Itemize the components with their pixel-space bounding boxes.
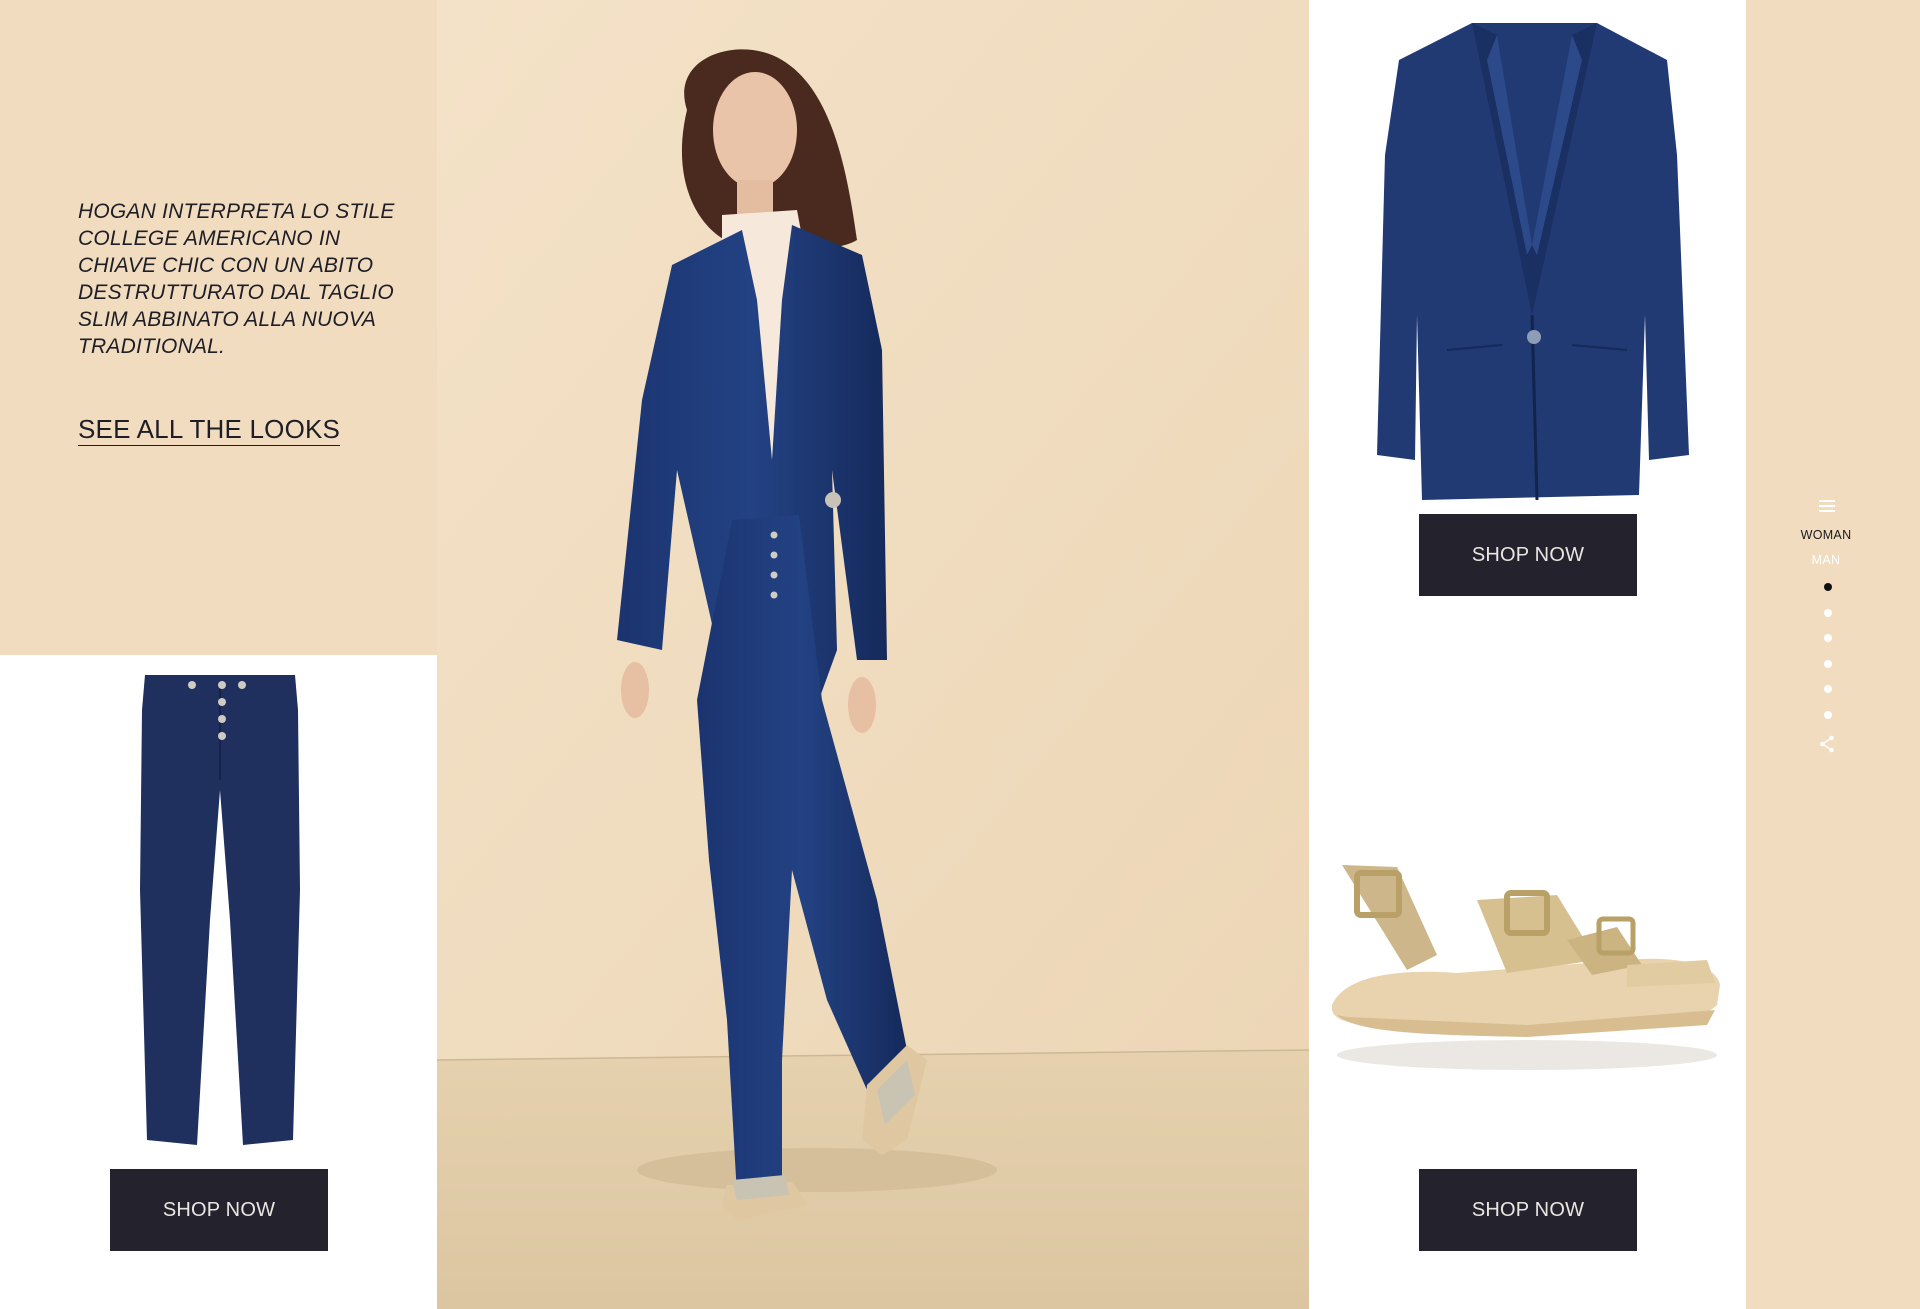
- blazer-image: [1377, 23, 1689, 501]
- intro-text: HOGAN INTERPRETA LO STILE COLLEGE AMERIC…: [78, 200, 395, 358]
- shop-now-button-blazer[interactable]: SHOP NOW: [1419, 514, 1637, 596]
- hero-model-photo: [437, 0, 1309, 1309]
- nav-woman-link[interactable]: WOMAN: [1766, 528, 1886, 542]
- trousers-image: [140, 675, 300, 1145]
- slide-dot-2[interactable]: [1824, 609, 1832, 617]
- slide-dot-3[interactable]: [1824, 634, 1832, 642]
- slide-dot-6[interactable]: [1824, 711, 1832, 719]
- product-card-blazer-sandal: SHOP NOW SHOP NOW: [1309, 0, 1746, 1309]
- side-navigation: [1746, 0, 1920, 1309]
- see-all-looks-link[interactable]: SEE ALL THE LOOKS: [78, 414, 341, 446]
- lookbook-page: HOGAN INTERPRETA LO STILE COLLEGE AMERIC…: [0, 0, 1920, 1309]
- slide-dot-1[interactable]: [1824, 583, 1832, 591]
- sandal-image: [1331, 865, 1720, 1070]
- shop-now-button-sandal[interactable]: SHOP NOW: [1419, 1169, 1637, 1251]
- shop-now-button-trousers[interactable]: SHOP NOW: [110, 1169, 328, 1251]
- hamburger-icon[interactable]: [1819, 500, 1835, 514]
- product-card-trousers: SHOP NOW: [0, 655, 437, 1309]
- slide-dot-5[interactable]: [1824, 685, 1832, 693]
- nav-man-link[interactable]: MAN: [1766, 553, 1886, 567]
- slide-dot-4[interactable]: [1824, 660, 1832, 668]
- share-icon[interactable]: [1819, 735, 1835, 753]
